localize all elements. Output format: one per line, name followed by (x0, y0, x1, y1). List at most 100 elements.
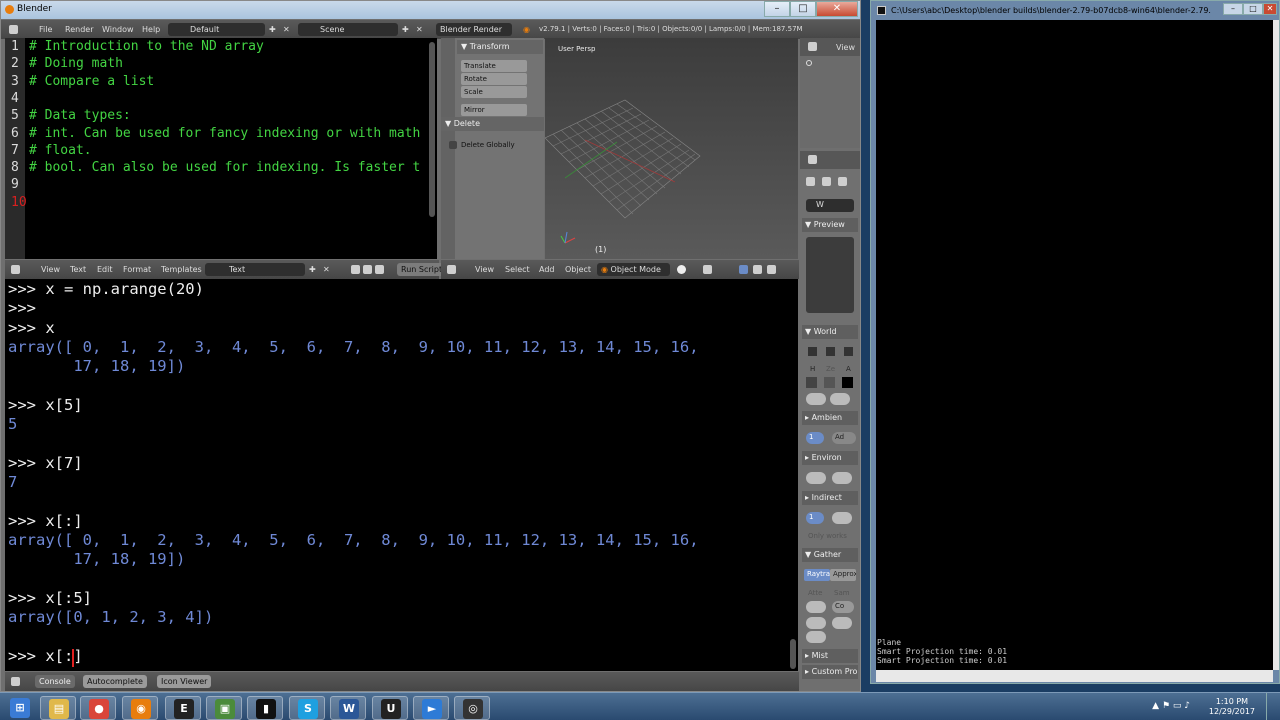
close-button[interactable]: ✕ (816, 1, 858, 17)
taskbar-word[interactable]: W (330, 696, 366, 720)
cmd-close-button[interactable]: ✕ (1263, 3, 1277, 15)
python-console[interactable]: >>> x = np.arange(20) >>> >>> x array([ 0, … (5, 279, 798, 671)
delete-panel-header[interactable]: ▼ Delete (441, 117, 544, 131)
cmd-maximize-button[interactable]: □ (1243, 3, 1263, 15)
ambient-blend[interactable]: Ad (832, 432, 856, 444)
outliner-view-menu[interactable]: View (836, 43, 855, 52)
editor-type-icon[interactable] (447, 265, 456, 274)
window-titlebar[interactable]: Blender – □ ✕ (1, 1, 860, 19)
manipulator-icon[interactable] (739, 265, 748, 274)
world-panel-header[interactable]: ▼ World (802, 325, 858, 339)
world-toggle-b[interactable] (830, 393, 850, 405)
world-toggle-a[interactable] (806, 393, 826, 405)
taskbar-cmd[interactable]: ▮ (247, 696, 283, 720)
taskbar-skype[interactable]: S (289, 696, 325, 720)
screen-layout-select[interactable]: Default (168, 23, 265, 36)
gather-field-b[interactable] (832, 617, 852, 629)
taskbar-unreal[interactable]: U (372, 696, 408, 720)
menu-file[interactable]: File (39, 25, 52, 34)
editor-type-icon[interactable] (808, 155, 817, 164)
attenuation-field[interactable] (806, 601, 826, 613)
outliner[interactable]: View (800, 38, 860, 148)
taskbar-explorer[interactable]: ▤ (40, 696, 76, 720)
cmd-horizontal-scrollbar[interactable] (876, 670, 1273, 682)
taskbar-obs[interactable]: ◎ (454, 696, 490, 720)
taskbar-vs[interactable]: ► (413, 696, 449, 720)
world-datablock[interactable]: W (806, 199, 854, 212)
minimize-button[interactable]: – (764, 1, 790, 17)
transform-panel-header[interactable]: ▼ Transform (457, 40, 543, 54)
zenith-color-field[interactable] (824, 377, 835, 388)
translate-button[interactable]: Translate (461, 60, 527, 72)
scene-tab-icon[interactable] (822, 177, 831, 186)
text-editor-scrollbar[interactable] (429, 42, 435, 217)
gather-panel-header[interactable]: ▼ Gather (802, 548, 858, 562)
run-script-button[interactable]: Run Script (397, 263, 447, 276)
show-desktop-button[interactable] (1266, 693, 1280, 720)
gather-approx-tab[interactable]: Approx (830, 569, 856, 581)
view3d-menu-add[interactable]: Add (539, 265, 555, 274)
world-tab-icon[interactable] (838, 177, 847, 186)
gather-raytrace-tab[interactable]: Raytra (804, 569, 830, 581)
preview-panel-header[interactable]: ▼ Preview (802, 218, 858, 232)
cmd-vertical-scrollbar[interactable] (1273, 20, 1279, 670)
view3d-menu-view[interactable]: View (475, 265, 494, 274)
scale-button[interactable]: Scale (461, 86, 527, 98)
text-menu-templates[interactable]: Templates (161, 265, 202, 274)
add-layout-icon[interactable]: ✚ (269, 25, 276, 34)
3d-viewport[interactable]: User Persp (1) (545, 38, 798, 259)
editor-type-icon[interactable] (808, 42, 817, 51)
translate-manipulator-icon[interactable] (753, 265, 762, 274)
taskbar-minecraft[interactable]: ▣ (206, 696, 242, 720)
text-menu-edit[interactable]: Edit (97, 265, 113, 274)
ambient-occlusion-header[interactable]: ▸ Ambien (802, 411, 858, 425)
console-menu-button[interactable]: Console (35, 675, 75, 688)
autocomplete-button[interactable]: Autocomplete (83, 675, 147, 688)
gather-field-a[interactable] (806, 617, 826, 629)
gather-field-c[interactable] (806, 631, 826, 643)
indirect-bounces[interactable] (832, 512, 852, 524)
custom-properties-header[interactable]: ▸ Custom Pro (802, 665, 858, 679)
indirect-factor[interactable]: 1 (806, 512, 824, 524)
line-numbers-toggle-icon[interactable] (351, 265, 360, 274)
cmd-minimize-button[interactable]: – (1223, 3, 1243, 15)
ambient-color-field[interactable] (842, 377, 853, 388)
pivot-point-icon[interactable] (703, 265, 712, 274)
viewport-shading-icon[interactable] (677, 265, 686, 274)
menu-render[interactable]: Render (65, 25, 93, 34)
remove-scene-icon[interactable]: ✕ (416, 25, 423, 34)
taskbar-epic-games[interactable]: E (165, 696, 201, 720)
syntax-highlight-toggle-icon[interactable] (375, 265, 384, 274)
render-tab-icon[interactable] (806, 177, 815, 186)
indirect-lighting-header[interactable]: ▸ Indirect (802, 491, 858, 505)
new-text-icon[interactable]: ✚ (309, 265, 316, 274)
view3d-menu-select[interactable]: Select (505, 265, 530, 274)
text-menu-text[interactable]: Text (70, 265, 86, 274)
ambient-color-swatch[interactable] (844, 347, 853, 356)
cmd-output[interactable]: Plane Smart Projection time: 0.01 Smart … (876, 20, 1273, 670)
environment-color[interactable] (832, 472, 852, 484)
unlink-text-icon[interactable]: ✕ (323, 265, 330, 274)
text-editor[interactable]: 1 # Introduction to the ND array 2 # Doing … (5, 38, 437, 259)
maximize-button[interactable]: □ (790, 1, 816, 17)
text-menu-view[interactable]: View (41, 265, 60, 274)
editor-type-icon[interactable] (9, 25, 18, 34)
scene-select[interactable]: Scene (298, 23, 398, 36)
mirror-button[interactable]: Mirror (461, 104, 527, 116)
rotate-manipulator-icon[interactable] (767, 265, 776, 274)
horizon-color-field[interactable] (806, 377, 817, 388)
taskbar-blender[interactable]: ◉ (122, 696, 158, 720)
view3d-menu-object[interactable]: Object (565, 265, 591, 274)
environment-lighting-header[interactable]: ▸ Environ (802, 451, 858, 465)
zenith-color-swatch[interactable] (826, 347, 835, 356)
taskbar-start-button[interactable]: ⊞ (2, 696, 38, 720)
sampling-field[interactable]: Co (832, 601, 854, 613)
word-wrap-toggle-icon[interactable] (363, 265, 372, 274)
add-scene-icon[interactable]: ✚ (402, 25, 409, 34)
environment-energy[interactable] (806, 472, 826, 484)
editor-type-icon[interactable] (11, 265, 20, 274)
object-mode-select[interactable]: ◉ Object Mode (597, 263, 670, 276)
ambient-factor[interactable]: 1 (806, 432, 824, 444)
remove-layout-icon[interactable]: ✕ (283, 25, 290, 34)
text-menu-format[interactable]: Format (123, 265, 151, 274)
